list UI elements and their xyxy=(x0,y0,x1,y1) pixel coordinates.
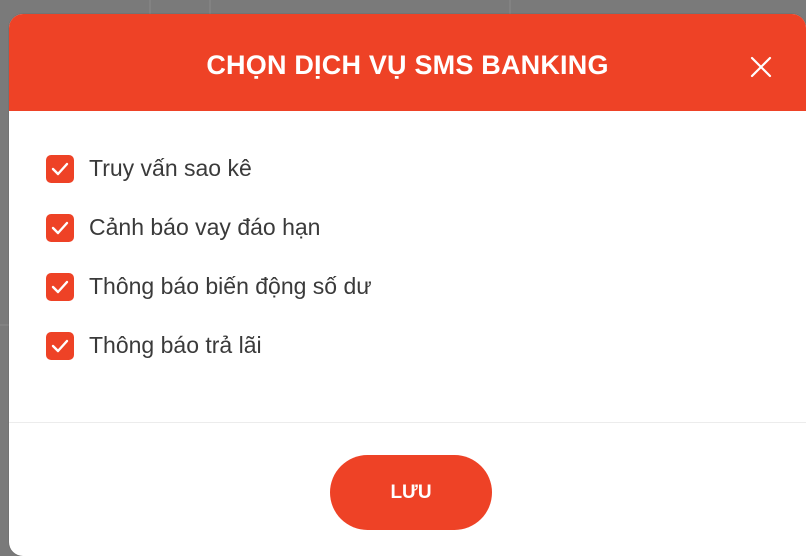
checkmark-icon xyxy=(51,280,69,294)
dialog-title: CHỌN DỊCH VỤ SMS BANKING xyxy=(206,50,609,80)
checkmark-icon xyxy=(51,339,69,353)
option-label: Truy vấn sao kê xyxy=(89,154,252,181)
footer-divider xyxy=(9,422,806,423)
checkmark-icon xyxy=(51,221,69,235)
option-canh-bao-vay-dao-han[interactable]: Cảnh báo vay đáo hạn xyxy=(46,213,746,243)
checkmark-icon xyxy=(51,162,69,176)
close-icon xyxy=(750,56,772,78)
save-button[interactable]: LƯU xyxy=(330,455,492,530)
option-thong-bao-tra-lai[interactable]: Thông báo trả lãi xyxy=(46,331,746,361)
checkbox[interactable] xyxy=(46,155,74,183)
checkbox[interactable] xyxy=(46,332,74,360)
option-truy-van-sao-ke[interactable]: Truy vấn sao kê xyxy=(46,154,746,184)
option-label: Cảnh báo vay đáo hạn xyxy=(89,213,321,240)
service-options-list: Truy vấn sao kê Cảnh báo vay đáo hạn Thô… xyxy=(46,154,746,390)
close-button[interactable] xyxy=(748,54,774,80)
sms-banking-dialog: CHỌN DỊCH VỤ SMS BANKING Truy vấn sao kê… xyxy=(9,14,806,556)
checkbox[interactable] xyxy=(46,214,74,242)
option-thong-bao-bien-dong-so-du[interactable]: Thông báo biến động số dư xyxy=(46,272,746,302)
option-label: Thông báo trả lãi xyxy=(89,331,262,358)
checkbox[interactable] xyxy=(46,273,74,301)
option-label: Thông báo biến động số dư xyxy=(89,272,372,299)
